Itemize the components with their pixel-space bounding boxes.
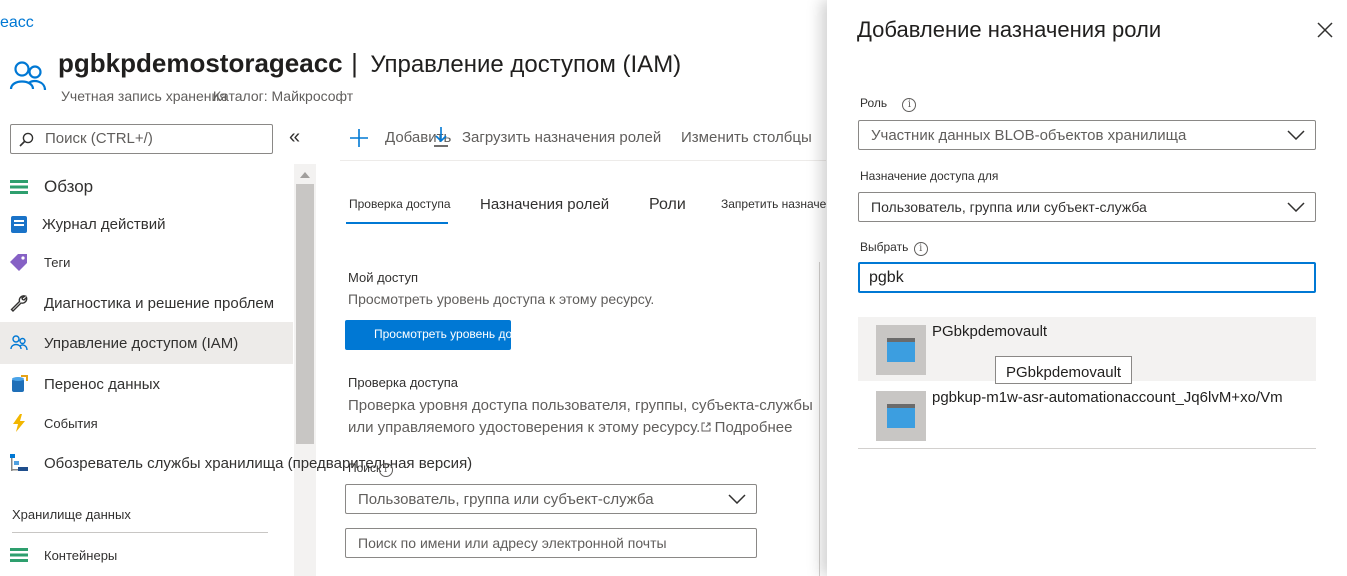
sidebar-section-divider bbox=[12, 532, 268, 533]
result-name: PGbkpdemovault bbox=[932, 323, 1048, 340]
page-title: Управление доступом (IAM) bbox=[370, 51, 682, 78]
sidebar-item-data-transfer[interactable]: Перенос данных bbox=[0, 364, 293, 404]
close-icon[interactable] bbox=[1315, 20, 1335, 40]
sidebar-item-label: Перенос данных bbox=[44, 375, 161, 393]
containers-icon bbox=[10, 546, 28, 564]
resource-subtitle: Учетная запись хранения Каталог: Майкрос… bbox=[61, 88, 353, 104]
tab-roles[interactable]: Роли bbox=[649, 196, 686, 214]
sidebar-item-label: Управление доступом (IAM) bbox=[44, 334, 239, 352]
principal-search-input[interactable]: Поиск по имени или адресу электронной по… bbox=[345, 528, 757, 558]
tab-check-access[interactable]: Проверка доступа bbox=[349, 197, 451, 211]
download-role-assignments-button[interactable]: Загрузить назначения ролей bbox=[462, 129, 661, 146]
search-input[interactable]: Поиск (CTRL+/) bbox=[10, 124, 273, 154]
tab-role-assignments[interactable]: Назначения ролей bbox=[480, 196, 609, 213]
check-access-title: Проверка доступа bbox=[348, 375, 459, 390]
role-dropdown[interactable]: Участник данных BLOB-объектов хранилища bbox=[858, 120, 1316, 150]
find-label: Поиск i bbox=[348, 461, 393, 477]
add-icon[interactable] bbox=[349, 128, 369, 148]
my-access-title: Мой доступ bbox=[348, 270, 419, 285]
check-access-description-line1: Проверка уровня доступа пользователя, гр… bbox=[348, 397, 813, 414]
sidebar-item-label: Контейнеры bbox=[44, 547, 118, 563]
activity-log-icon bbox=[10, 215, 28, 233]
tag-icon bbox=[10, 253, 28, 271]
check-access-description-line2: или управляемого удостоверения к этому р… bbox=[348, 419, 792, 436]
result-app-icon bbox=[876, 325, 926, 375]
sidebar-item-overview[interactable]: Обзор bbox=[0, 167, 293, 207]
chevron-down-icon bbox=[728, 494, 746, 504]
principal-search-placeholder: Поиск по имени или адресу электронной по… bbox=[358, 535, 667, 551]
storage-explorer-icon bbox=[10, 454, 28, 472]
learn-more-link[interactable]: Подробнее bbox=[715, 419, 793, 436]
add-role-assignment-panel: Добавление назначения роли Роль i Участн… bbox=[827, 0, 1347, 576]
assign-access-value: Пользователь, группа или субъект-служба bbox=[871, 199, 1147, 215]
content-divider bbox=[819, 262, 820, 576]
sidebar-item-diagnose[interactable]: Диагностика и решение проблем bbox=[0, 283, 293, 323]
role-value: Участник данных BLOB-объектов хранилища bbox=[871, 126, 1187, 144]
my-access-description: Просмотреть уровень доступа к этому ресу… bbox=[348, 291, 655, 307]
sidebar-section-title: Хранилище данных bbox=[12, 507, 131, 522]
assign-access-label: Назначение доступа для bbox=[860, 169, 999, 183]
select-search-input[interactable]: pgbk bbox=[858, 262, 1316, 293]
tab-active-indicator bbox=[346, 222, 448, 224]
sidebar-item-label: Обозреватель службы хранилища (предварит… bbox=[44, 454, 473, 472]
resource-directory: Каталог: Майкрософт bbox=[212, 88, 354, 104]
scrollbar-thumb[interactable] bbox=[296, 184, 314, 444]
chevron-down-icon bbox=[1287, 130, 1305, 140]
sidebar-scrollbar[interactable] bbox=[294, 164, 316, 576]
sidebar-item-label: Теги bbox=[44, 254, 71, 270]
role-label: Роль i bbox=[860, 96, 917, 112]
scroll-up-arrow[interactable] bbox=[300, 172, 310, 178]
title-separator: | bbox=[351, 48, 358, 78]
sidebar-item-tags[interactable]: Теги bbox=[0, 242, 293, 282]
result-name: pgbkup-m1w-asr-automationaccount_Jq6lvM+… bbox=[932, 389, 1283, 406]
breadcrumb[interactable]: eacc bbox=[0, 14, 34, 32]
sidebar-item-label: Диагностика и решение проблем bbox=[44, 294, 275, 312]
iam-people-icon bbox=[8, 56, 48, 96]
people-icon bbox=[10, 334, 28, 352]
info-icon[interactable]: i bbox=[378, 463, 393, 477]
sidebar-item-containers[interactable]: Контейнеры bbox=[0, 535, 293, 575]
command-bar-divider bbox=[340, 160, 826, 161]
search-placeholder: Поиск (CTRL+/) bbox=[45, 130, 153, 147]
select-label: Выбрать i bbox=[860, 240, 928, 256]
find-principal-value: Пользователь, группа или субъект-служба bbox=[358, 490, 654, 508]
sidebar-item-label: События bbox=[44, 415, 98, 431]
resource-name: pgbkpdemostorageacc bbox=[58, 48, 343, 78]
sidebar-item-events[interactable]: События bbox=[0, 403, 293, 443]
role-label-text: Роль bbox=[860, 96, 888, 110]
info-icon[interactable]: i bbox=[902, 98, 917, 112]
result-item[interactable]: pgbkup-m1w-asr-automationaccount_Jq6lvM+… bbox=[858, 382, 1316, 449]
sidebar-item-iam[interactable]: Управление доступом (IAM) bbox=[0, 322, 293, 364]
resource-type: Учетная запись хранения bbox=[61, 88, 227, 104]
sidebar-item-activity-log[interactable]: Журнал действий bbox=[0, 204, 293, 244]
result-app-icon bbox=[876, 391, 926, 441]
chevron-down-icon bbox=[1287, 202, 1305, 212]
find-principal-dropdown[interactable]: Пользователь, группа или субъект-служба bbox=[345, 484, 757, 514]
data-transfer-icon bbox=[10, 375, 28, 393]
assign-access-dropdown[interactable]: Пользователь, группа или субъект-служба bbox=[858, 192, 1316, 222]
select-label-text: Выбрать bbox=[860, 240, 909, 254]
select-search-value: pgbk bbox=[869, 268, 904, 286]
search-icon bbox=[18, 131, 34, 147]
view-my-access-button-label[interactable]: Просмотреть уровень доступа bbox=[374, 327, 511, 341]
command-bar: Добавить Загрузить назначения ролей Изме… bbox=[345, 124, 825, 152]
result-tooltip: PGbkpdemovault bbox=[995, 356, 1133, 384]
info-icon[interactable]: i bbox=[913, 242, 928, 256]
sidebar-item-label: Журнал действий bbox=[42, 215, 166, 233]
resource-title: pgbkpdemostorageacc | Управление доступо… bbox=[58, 48, 681, 79]
edit-columns-button[interactable]: Изменить столбцы bbox=[681, 129, 812, 146]
collapse-sidebar-button[interactable]: « bbox=[289, 126, 300, 149]
find-label-text: Поиск bbox=[348, 461, 382, 475]
check-access-description-text: или управляемого удостоверения к этому р… bbox=[348, 419, 701, 436]
download-icon[interactable] bbox=[433, 127, 449, 147]
wrench-icon bbox=[10, 294, 28, 312]
overview-icon bbox=[10, 178, 28, 196]
sidebar-item-storage-explorer[interactable]: Обозреватель службы хранилища (предварит… bbox=[0, 443, 520, 483]
lightning-icon bbox=[10, 414, 28, 432]
panel-title: Добавление назначения роли bbox=[857, 17, 1162, 42]
sidebar-item-label: Обзор bbox=[44, 177, 94, 196]
external-link-icon bbox=[701, 422, 711, 432]
